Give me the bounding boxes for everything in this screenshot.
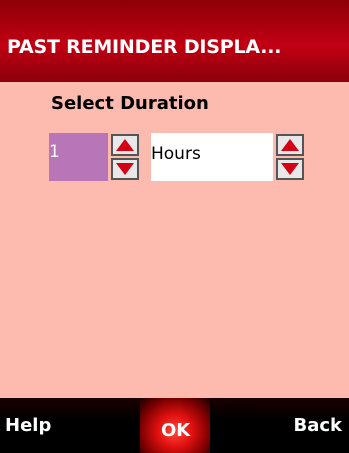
duration-label: Select Duration [51, 93, 209, 114]
duration-number-field[interactable]: 1 [49, 133, 108, 181]
back-softkey[interactable]: Back [293, 415, 342, 436]
title-bar: PAST REMINDER DISPLA... [0, 0, 349, 82]
duration-unit-field[interactable]: Hours [151, 133, 273, 181]
number-decrement-button[interactable] [111, 158, 139, 180]
arrow-down-icon [116, 163, 134, 175]
arrow-up-icon [281, 139, 299, 151]
arrow-up-icon [116, 139, 134, 151]
screen: PAST REMINDER DISPLA... Select Duration … [0, 0, 349, 453]
number-stepper [111, 133, 139, 181]
unit-stepper [276, 133, 304, 181]
help-softkey[interactable]: Help [5, 415, 51, 436]
unit-increment-button[interactable] [276, 134, 304, 156]
arrow-down-icon [281, 163, 299, 175]
screen-title: PAST REMINDER DISPLA... [7, 36, 282, 58]
unit-decrement-button[interactable] [276, 158, 304, 180]
ok-softkey[interactable]: OK [161, 420, 190, 441]
number-increment-button[interactable] [111, 134, 139, 156]
